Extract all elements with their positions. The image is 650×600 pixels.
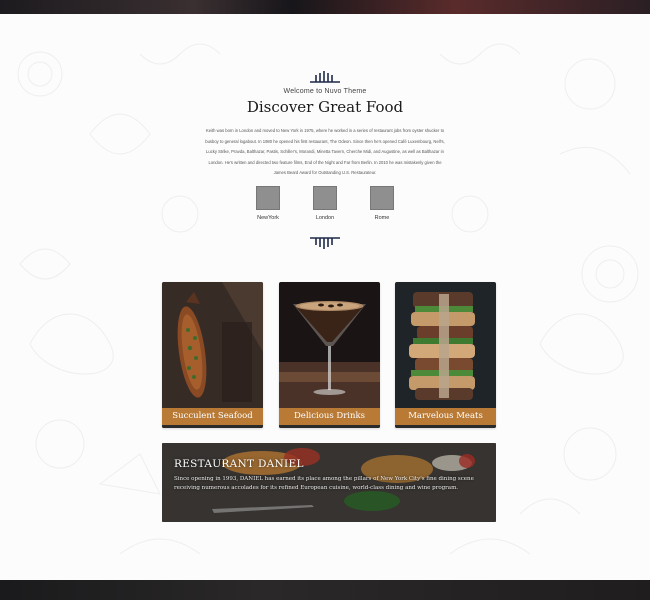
location-rome[interactable]: Rome: [362, 186, 402, 221]
card-caption[interactable]: Marvelous Meats: [395, 408, 496, 425]
banner-title: RESTAURANT DANIEL: [174, 458, 304, 470]
location-label[interactable]: London: [305, 215, 345, 221]
stacked-sandwiches-image: [395, 282, 496, 428]
header-image-strip: [0, 0, 650, 14]
card-base: [162, 425, 263, 428]
grilled-fish-image: [162, 282, 263, 428]
card-caption[interactable]: Succulent Seafood: [162, 408, 263, 425]
card-caption[interactable]: Delicious Drinks: [279, 408, 380, 425]
location-thumbnail[interactable]: [313, 186, 337, 210]
location-london[interactable]: London: [305, 186, 345, 221]
intro-paragraph: Keith was born in London and moved to Ne…: [205, 128, 445, 176]
location-thumbnail[interactable]: [370, 186, 394, 210]
welcome-tagline: Welcome to Nuvo Theme: [283, 88, 367, 95]
footer-image-strip: [0, 580, 650, 600]
banner-text: Since opening in 1993, DANIEL has earned…: [174, 476, 474, 491]
card-delicious-drinks[interactable]: Delicious Drinks: [279, 282, 380, 428]
location-label[interactable]: NewYork: [248, 215, 288, 221]
ornament-top-icon: [310, 71, 340, 83]
card-succulent-seafood[interactable]: Succulent Seafood: [162, 282, 263, 428]
card-base: [395, 425, 496, 428]
location-newyork[interactable]: NewYork: [248, 186, 288, 221]
location-label[interactable]: Rome: [362, 215, 402, 221]
card-marvelous-meats[interactable]: Marvelous Meats: [395, 282, 496, 428]
espresso-martini-image: [279, 282, 380, 428]
restaurant-banner[interactable]: RESTAURANT DANIEL Since opening in 1993,…: [162, 443, 496, 522]
ornament-bottom-icon: [310, 237, 340, 249]
page-title: Discover Great Food: [246, 98, 404, 116]
card-base: [279, 425, 380, 428]
location-thumbnail[interactable]: [256, 186, 280, 210]
